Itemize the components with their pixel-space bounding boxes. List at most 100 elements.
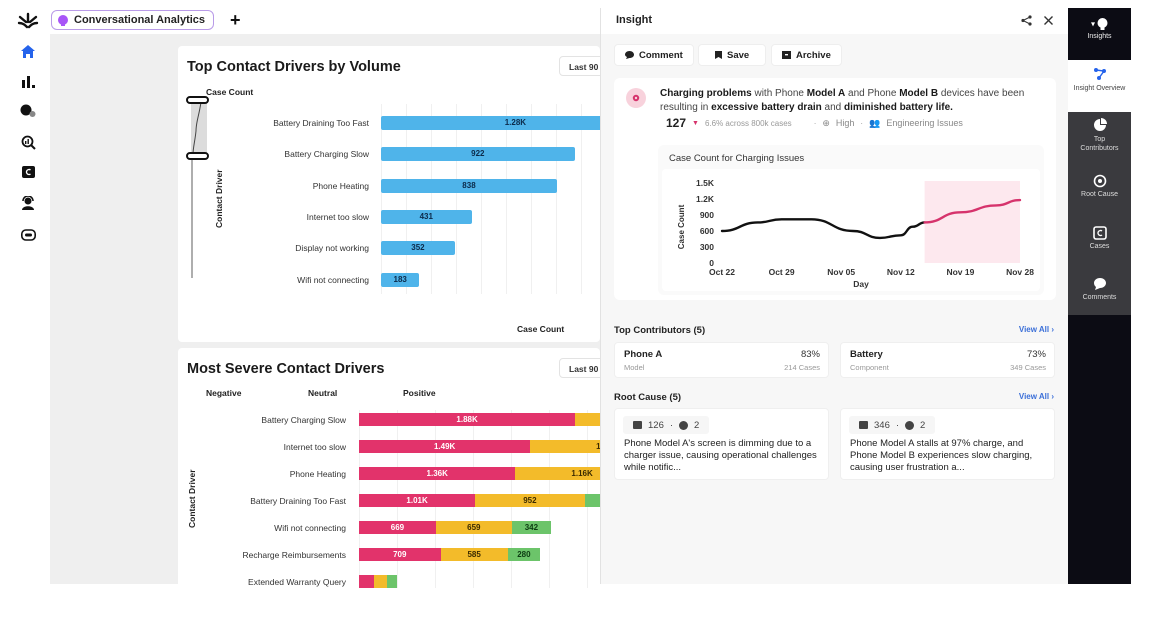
bar-segment-label: 460 xyxy=(585,494,600,507)
y-tick-label: 1.5K xyxy=(696,178,715,188)
archive-button[interactable]: Archive xyxy=(771,44,842,66)
contributor-cases: 349 Cases xyxy=(1010,363,1046,372)
view-all-contributors-link[interactable]: View All › xyxy=(1019,325,1054,334)
gridline xyxy=(456,104,457,294)
bar-chart-icon[interactable] xyxy=(19,72,37,90)
bot-icon[interactable] xyxy=(19,225,37,243)
insights-bubble-icon[interactable] xyxy=(19,102,37,120)
search-analytics-icon[interactable] xyxy=(19,133,37,151)
home-icon[interactable] xyxy=(19,42,37,60)
summary-fragment: Model A xyxy=(806,88,846,99)
rail-item-root-cause[interactable]: Root Cause xyxy=(1068,174,1131,198)
bar-segment-label: 952 xyxy=(523,495,537,505)
add-tab-button[interactable]: + xyxy=(230,10,241,30)
rail-item-top-contributors[interactable]: Top Contributors xyxy=(1068,118,1131,153)
rail-label: Top Contributors xyxy=(1080,136,1119,152)
contributor-percent: 83% xyxy=(800,349,820,360)
insight-summary-card: Charging problems with Phone Model A and… xyxy=(614,78,1056,300)
insight-type-icon xyxy=(626,88,646,108)
bar-category-label: Extended Warranty Query xyxy=(248,577,346,587)
range-slider[interactable] xyxy=(186,96,216,282)
view-all-label: View All xyxy=(1018,392,1050,401)
bar-value-label: 352 xyxy=(411,243,425,253)
date-range-dropdown[interactable]: Last 90 xyxy=(559,358,600,378)
slider-handle-top[interactable] xyxy=(186,96,209,104)
x-tick-label: Nov 19 xyxy=(946,267,974,277)
close-icon[interactable] xyxy=(1043,15,1054,26)
comment-button[interactable]: Comment xyxy=(614,44,694,66)
rail-item-cases[interactable]: Cases xyxy=(1068,226,1131,250)
bar-value-label: 183 xyxy=(393,274,407,284)
separator: · xyxy=(860,118,864,128)
contributor-card[interactable]: Phone A Model 83% 214 Cases xyxy=(614,342,829,378)
share-icon[interactable] xyxy=(1021,15,1032,26)
save-label: Save xyxy=(727,49,750,61)
rail-item-insight-overview[interactable]: Insight Overview xyxy=(1068,60,1131,112)
separator: · xyxy=(895,419,900,431)
summary-fragment: and Phone xyxy=(845,88,900,99)
bar-category-label: Internet too slow xyxy=(306,211,369,222)
summary-fragment: with Phone xyxy=(751,88,807,99)
insight-panel: Insight Comment Save Archive Charging pr… xyxy=(600,8,1069,584)
root-cause-card[interactable]: 126 · 2 Phone Model A's screen is dimmin… xyxy=(614,408,829,480)
view-all-root-cause-link[interactable]: View All › xyxy=(1019,392,1054,401)
bar-category-label: Wifi not connecting xyxy=(297,274,369,285)
contributor-type: Component xyxy=(850,363,889,372)
x-tick-label: Oct 22 xyxy=(709,267,735,277)
bar-segment-label: 1.01K xyxy=(406,495,428,505)
legend-negative[interactable]: Negative xyxy=(206,388,241,398)
rail-label: Root Cause xyxy=(1081,191,1118,198)
bar-value-label: 1.28K xyxy=(504,118,527,127)
dropdown-caret-icon: ▾ xyxy=(1091,19,1096,29)
most-severe-drivers-card: Most Severe Contact Drivers Last 90 Nega… xyxy=(178,348,600,588)
comment-label: Comment xyxy=(639,49,683,61)
insights-menu[interactable]: ▾ Insights xyxy=(1068,18,1131,40)
case-count-chart-card: Case Count for Charging Issues 0 300 600 90… xyxy=(658,145,1044,295)
contributor-percent: 73% xyxy=(1026,349,1046,360)
legend-positive[interactable]: Positive xyxy=(403,388,436,398)
cases-icon[interactable] xyxy=(19,163,37,181)
bar-segment-label: 280 xyxy=(517,549,531,559)
contributor-card[interactable]: Battery Component 73% 349 Cases xyxy=(840,342,1055,378)
top-contact-drivers-card: Top Contact Drivers by Volume Last 90 Ca… xyxy=(178,46,600,342)
separator: · xyxy=(669,419,674,431)
gridline xyxy=(581,104,582,294)
forecast-highlight xyxy=(924,181,1020,263)
separator: · xyxy=(813,118,817,128)
summary-fragment: Model B xyxy=(899,88,939,99)
contributor-name: Battery xyxy=(850,349,883,360)
root-comment-count: 2 xyxy=(694,419,700,431)
pie-chart-icon xyxy=(1093,118,1107,131)
lightbulb-icon xyxy=(58,15,68,26)
bar-segment-negative[interactable] xyxy=(359,575,374,588)
bar-segment-label: 659 xyxy=(467,522,481,532)
tab-conversational-analytics[interactable]: Conversational Analytics xyxy=(51,10,215,30)
agent-icon[interactable] xyxy=(19,194,37,212)
bar-value-label: 922 xyxy=(471,149,485,159)
bar-category-label: Battery Draining Too Fast xyxy=(250,496,346,506)
gridline xyxy=(431,104,432,294)
left-nav-rail xyxy=(0,0,50,584)
case-count: 127 xyxy=(666,116,687,130)
bar-value-label: 431 xyxy=(419,211,433,221)
x-axis-label: Case Count xyxy=(517,324,565,334)
bar-segment-positive[interactable] xyxy=(386,575,397,588)
change-text: 6.6% across 800k cases xyxy=(704,118,792,128)
x-tick-label: Nov 28 xyxy=(1006,267,1034,277)
bar-segment-neutral[interactable] xyxy=(373,575,387,588)
summary-fragment: and xyxy=(821,102,845,113)
archive-label: Archive xyxy=(796,49,831,61)
rail-item-comments[interactable]: Comments xyxy=(1068,277,1131,301)
slider-handle-bottom[interactable] xyxy=(186,152,209,160)
save-button[interactable]: Save xyxy=(698,44,767,66)
legend-neutral[interactable]: Neutral xyxy=(308,388,337,398)
chart-title: Case Count for Charging Issues xyxy=(669,153,805,164)
gridline xyxy=(506,104,507,294)
insight-title: Insight xyxy=(616,14,653,26)
bar-category-label: Phone Heating xyxy=(289,469,346,479)
root-cause-card[interactable]: 346 · 2 Phone Model A stalls at 97% char… xyxy=(840,408,1055,480)
x-tick-label: Nov 12 xyxy=(887,267,915,277)
contributor-type: Model xyxy=(624,363,645,372)
y-tick-label: 900 xyxy=(700,210,714,220)
date-range-dropdown[interactable]: Last 90 xyxy=(559,56,600,76)
